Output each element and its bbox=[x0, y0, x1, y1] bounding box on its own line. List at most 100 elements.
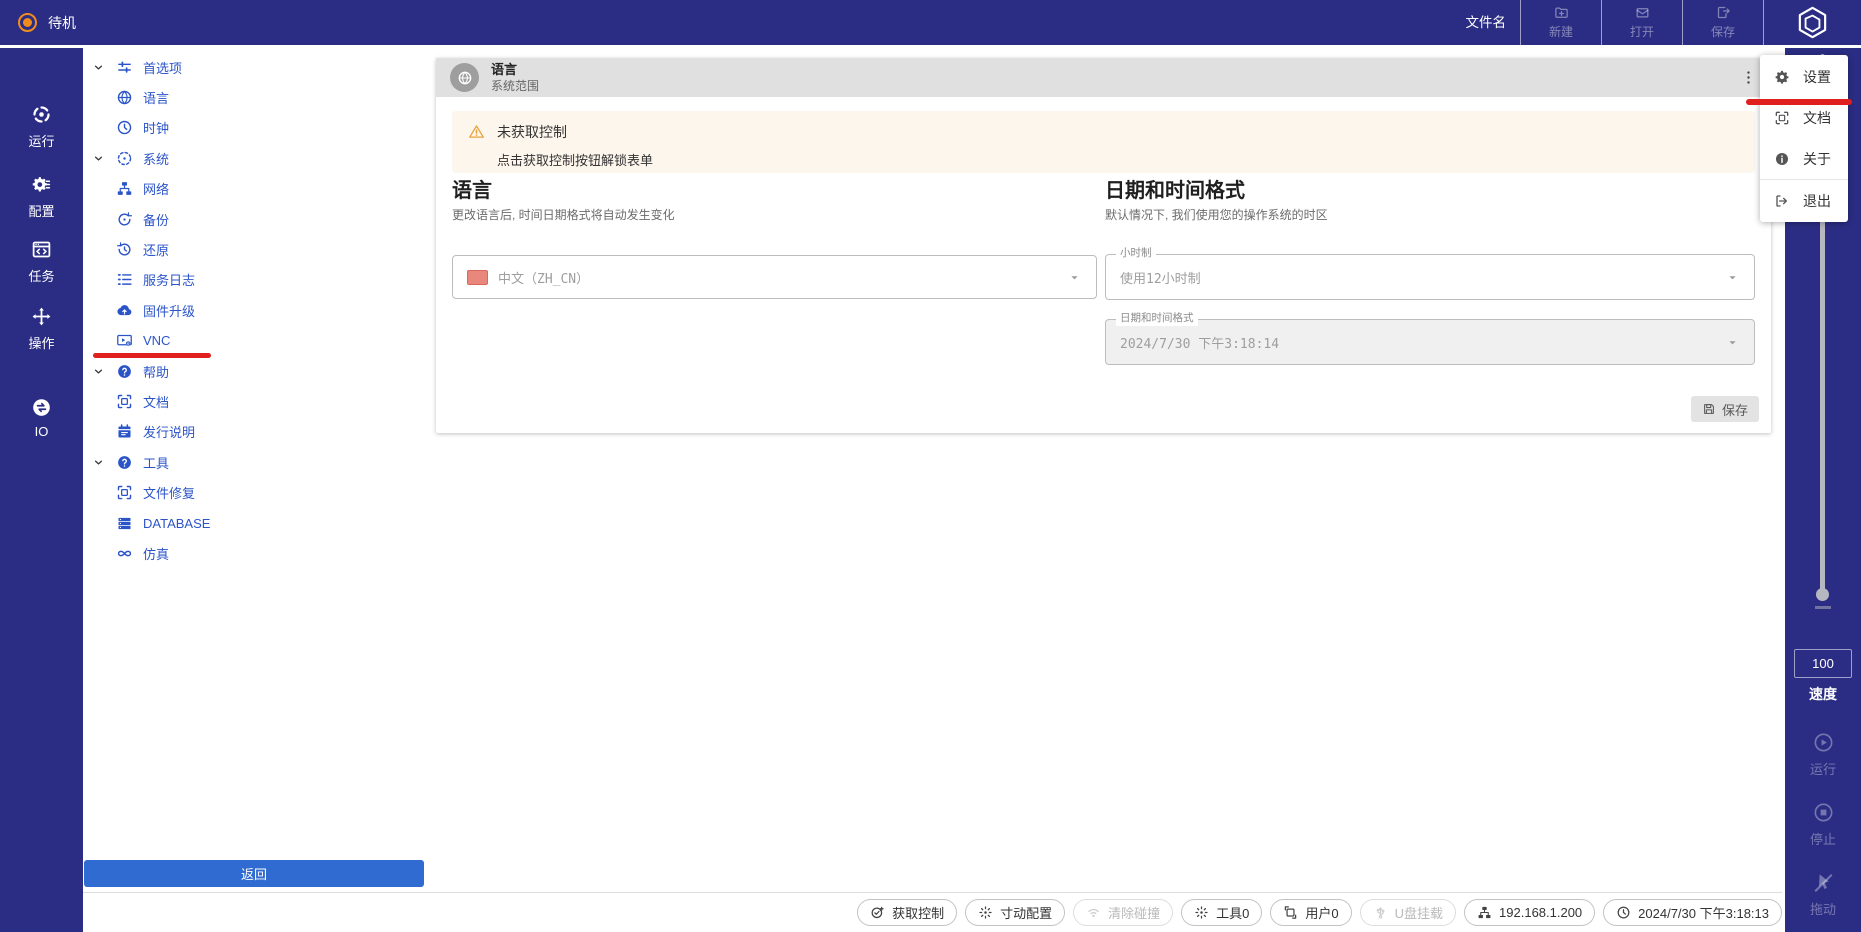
tree-item-network[interactable]: 网络 bbox=[83, 174, 427, 204]
tree-item-label: 仿真 bbox=[143, 544, 169, 563]
database-icon bbox=[116, 515, 133, 532]
menu-item-label: 设置 bbox=[1803, 67, 1831, 87]
stop-icon bbox=[1812, 801, 1835, 824]
settings-icon bbox=[1774, 69, 1790, 85]
robot-status: 待机 bbox=[18, 0, 76, 45]
topbar-separator bbox=[1763, 0, 1764, 45]
pill-acquire-control[interactable]: 获取控制 bbox=[857, 899, 957, 926]
rail-item-run[interactable]: 运行 bbox=[0, 104, 83, 150]
pill-jog-config[interactable]: 寸动配置 bbox=[965, 899, 1065, 926]
warning-icon bbox=[468, 123, 485, 162]
tree-item-release-notes[interactable]: 发行说明 bbox=[83, 417, 427, 447]
back-button[interactable]: 返回 bbox=[84, 860, 424, 887]
rail-item-io[interactable]: IO bbox=[0, 397, 83, 439]
docs-icon bbox=[1774, 110, 1790, 126]
network-icon bbox=[116, 180, 133, 197]
io-icon bbox=[31, 397, 52, 418]
menu-item-exit[interactable]: 退出 bbox=[1760, 179, 1848, 221]
save-button[interactable]: 保存 bbox=[1691, 396, 1759, 422]
rail-drag-label: 拖动 bbox=[1810, 899, 1836, 918]
rail-item-operate[interactable]: 操作 bbox=[0, 306, 83, 352]
topbar-open-button[interactable]: 打开 bbox=[1602, 0, 1682, 45]
filename-label: 文件名 bbox=[1466, 0, 1507, 45]
menu-item-about[interactable]: 关于 bbox=[1760, 138, 1848, 179]
brand-logo-icon bbox=[1794, 4, 1831, 41]
pill-label: 用户0 bbox=[1305, 903, 1338, 922]
topbar: 待机 文件名 新建打开保存 bbox=[0, 0, 1861, 45]
pill-label: 清除碰撞 bbox=[1108, 903, 1160, 922]
tree-item-restore[interactable]: 还原 bbox=[83, 234, 427, 264]
rail-run-label: 运行 bbox=[1810, 759, 1836, 778]
language-select[interactable]: 中文（ZH_CN） bbox=[452, 255, 1097, 299]
usb-mount-icon bbox=[1373, 905, 1388, 920]
menu-item-label: 关于 bbox=[1803, 149, 1831, 169]
tree-item-database[interactable]: DATABASE bbox=[83, 508, 427, 538]
tree-item-docs[interactable]: 文档 bbox=[83, 386, 427, 416]
tree-item-tools[interactable]: 工具 bbox=[83, 447, 427, 477]
tree-item-language[interactable]: 语言 bbox=[83, 82, 427, 112]
datetime-format-select[interactable]: 日期和时间格式 2024/7/30 下午3:18:14 bbox=[1105, 319, 1755, 365]
tree-item-label: 网络 bbox=[143, 179, 169, 198]
floppy-icon bbox=[1702, 402, 1716, 416]
topbar-save-button[interactable]: 保存 bbox=[1683, 0, 1763, 45]
tree-item-service-log[interactable]: 服务日志 bbox=[83, 265, 427, 295]
rail-item-label: IO bbox=[35, 424, 49, 439]
restore-icon bbox=[116, 241, 133, 258]
pill-label: 获取控制 bbox=[892, 903, 944, 922]
release-notes-icon bbox=[116, 423, 133, 440]
tree-item-system[interactable]: 系统 bbox=[83, 143, 427, 173]
rail-stop-label: 停止 bbox=[1810, 829, 1836, 848]
annotation-underline-vnc bbox=[93, 353, 211, 358]
slider-tick bbox=[1815, 606, 1831, 609]
status-indicator-icon bbox=[18, 13, 37, 32]
more-options-icon[interactable] bbox=[1740, 69, 1757, 86]
preferences-icon bbox=[116, 59, 133, 76]
clear-collision-icon bbox=[1086, 905, 1101, 920]
pill-user0[interactable]: 用户0 bbox=[1270, 899, 1351, 926]
chevron-down-icon bbox=[93, 62, 107, 73]
rail-run-button[interactable]: 运行 bbox=[1785, 731, 1861, 778]
topbar-new-button[interactable]: 新建 bbox=[1521, 0, 1601, 45]
rail-item-config[interactable]: 配置 bbox=[0, 174, 83, 220]
tree-item-label: 帮助 bbox=[143, 362, 169, 381]
tree-item-label: 备份 bbox=[143, 210, 169, 229]
tree-item-label: 时钟 bbox=[143, 118, 169, 137]
tree-item-label: 服务日志 bbox=[143, 270, 195, 289]
tree-item-label: 首选项 bbox=[143, 58, 182, 77]
hour-format-select[interactable]: 小时制 使用12小时制 bbox=[1105, 254, 1755, 300]
rail-item-task[interactable]: 任务 bbox=[0, 239, 83, 285]
card-header: 语言 系统范围 bbox=[436, 58, 1771, 97]
settings-tree: 首选项语言时钟系统网络备份还原服务日志固件升级VNC 帮助文档发行说明工具文件修复… bbox=[83, 52, 427, 569]
rail-drag-button[interactable]: 拖动 bbox=[1785, 871, 1861, 918]
pill-ip-address[interactable]: 192.168.1.200 bbox=[1464, 899, 1595, 926]
speed-slider-thumb[interactable] bbox=[1816, 588, 1829, 601]
tree-item-vnc[interactable]: VNC bbox=[83, 326, 427, 356]
tree-item-preferences[interactable]: 首选项 bbox=[83, 52, 427, 82]
warning-title: 未获取控制 bbox=[497, 122, 653, 142]
pill-usb-mount[interactable]: U盘挂载 bbox=[1360, 899, 1456, 926]
tree-item-backup[interactable]: 备份 bbox=[83, 204, 427, 234]
caret-down-icon bbox=[1725, 270, 1740, 285]
menu-item-settings[interactable]: 设置 bbox=[1760, 56, 1848, 97]
rail-item-label: 配置 bbox=[28, 201, 54, 220]
tree-item-simulation[interactable]: 仿真 bbox=[83, 538, 427, 568]
tree-item-label: DATABASE bbox=[143, 516, 210, 531]
pill-tool0[interactable]: 工具0 bbox=[1181, 899, 1262, 926]
save-button-label: 保存 bbox=[1722, 400, 1748, 419]
pill-datetime[interactable]: 2024/7/30 下午3:18:13 bbox=[1603, 899, 1782, 926]
system-icon bbox=[116, 150, 133, 167]
topbar-actions: 新建打开保存 bbox=[1520, 0, 1764, 45]
chevron-down-icon bbox=[93, 366, 107, 377]
tree-item-help[interactable]: 帮助 bbox=[83, 356, 427, 386]
language-section-desc: 更改语言后, 时间日期格式将自动发生变化 bbox=[452, 206, 675, 223]
language-settings-card: 语言 系统范围 未获取控制 点击获取控制按钮解锁表单 语言 更改语言后, 时间日… bbox=[436, 58, 1771, 433]
warning-description: 点击获取控制按钮解锁表单 bbox=[497, 150, 653, 169]
rail-stop-button[interactable]: 停止 bbox=[1785, 801, 1861, 848]
tree-item-clock[interactable]: 时钟 bbox=[83, 113, 427, 143]
jog-config-icon bbox=[978, 905, 993, 920]
service-log-icon bbox=[116, 271, 133, 288]
tree-item-firmware-upgrade[interactable]: 固件升级 bbox=[83, 295, 427, 325]
pill-clear-collision[interactable]: 清除碰撞 bbox=[1073, 899, 1173, 926]
tree-item-label: 工具 bbox=[143, 453, 169, 472]
tree-item-file-repair[interactable]: 文件修复 bbox=[83, 477, 427, 507]
